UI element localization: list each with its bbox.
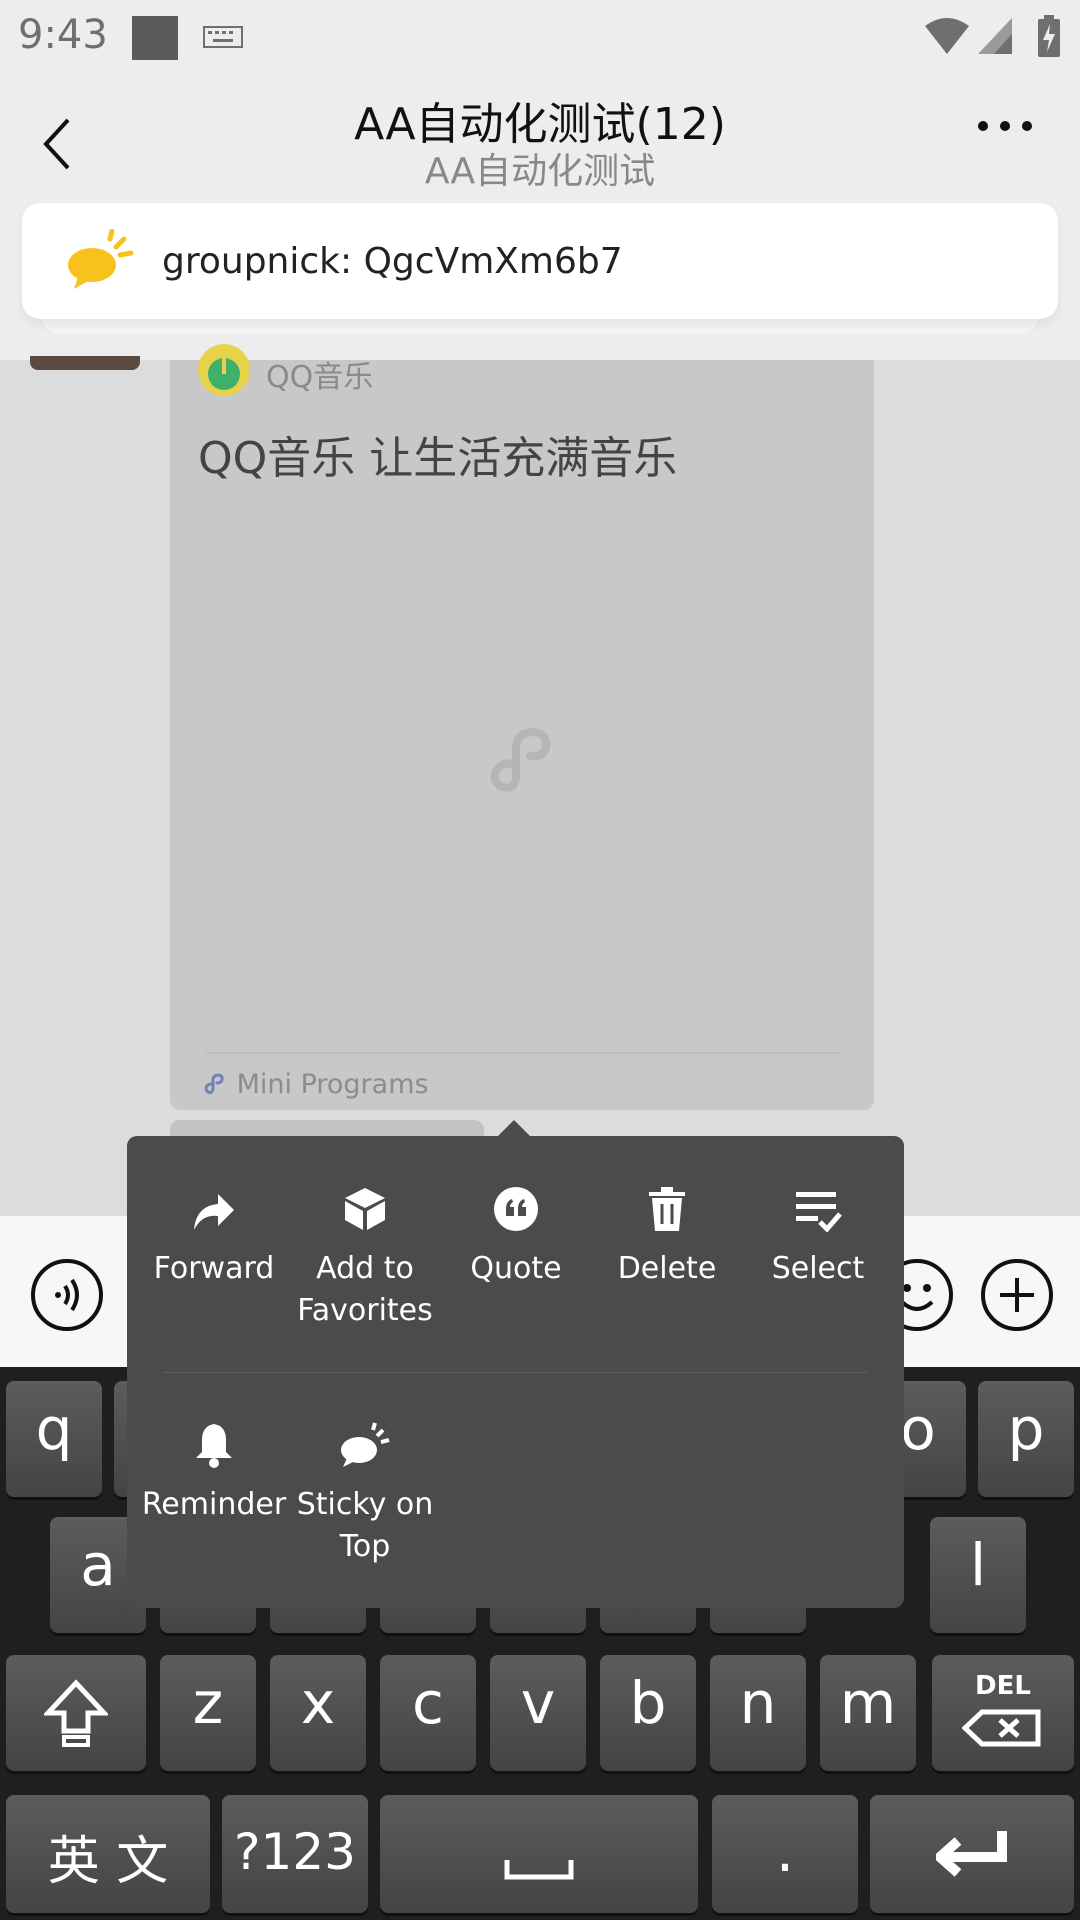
key-x[interactable]: x (270, 1655, 366, 1771)
battery-icon (1038, 15, 1060, 57)
key-q[interactable]: q (6, 1381, 102, 1497)
menu-label: Delete (617, 1251, 717, 1286)
mini-program-logo-icon (490, 727, 551, 792)
key-b[interactable]: b (600, 1655, 696, 1771)
menu-label: Forward (153, 1251, 275, 1286)
voice-input-icon[interactable] (30, 1258, 104, 1332)
pinned-message-banner[interactable]: groupnick: QgcVmXm6b7 (22, 203, 1058, 319)
menu-item-delete[interactable]: Delete (592, 1178, 742, 1290)
bell-icon (196, 1424, 232, 1468)
status-time: 9:43 (18, 12, 108, 58)
menu-label: Reminder (141, 1487, 287, 1522)
enter-icon (936, 1831, 1007, 1877)
wifi-icon (925, 18, 969, 54)
sticky-message-icon (68, 229, 134, 289)
menu-item-sticky-on-top[interactable]: Sticky on Top (290, 1414, 440, 1568)
key-m[interactable]: m (820, 1655, 916, 1771)
card-footer-label: Mini Programs (236, 1069, 429, 1100)
card-app-name: QQ音乐 (266, 360, 374, 395)
shift-key[interactable] (6, 1655, 146, 1771)
banner-text: groupnick: QgcVmXm6b7 (162, 241, 623, 282)
key-c[interactable]: c (380, 1655, 476, 1771)
menu-label: Quote (470, 1251, 562, 1286)
select-list-icon (796, 1192, 842, 1232)
menu-item-add-to-favorites[interactable]: Add to Favorites (290, 1178, 440, 1332)
forward-icon (194, 1194, 234, 1230)
delete-key[interactable]: DEL (932, 1655, 1074, 1771)
chat-header: AA自动化测试(12) AA自动化测试 (0, 76, 1080, 196)
key-n[interactable]: n (710, 1655, 806, 1771)
avatar[interactable] (30, 356, 140, 370)
key-v[interactable]: v (490, 1655, 586, 1771)
enter-key[interactable] (870, 1795, 1074, 1913)
context-menu: Forward Add to Favorites Quote Delete Se… (127, 1136, 904, 1608)
plus-icon[interactable] (980, 1258, 1054, 1332)
language-key[interactable]: 英 文 (6, 1795, 210, 1913)
card-footer: Mini Programs (202, 1068, 429, 1100)
menu-divider (163, 1372, 868, 1373)
mini-program-card[interactable]: QQ音乐 QQ音乐 让生活充满音乐 Mini Programs (170, 344, 874, 1110)
space-bar-icon (504, 1860, 574, 1880)
menu-item-quote[interactable]: Quote (441, 1178, 591, 1290)
mini-program-small-icon (204, 1072, 224, 1094)
status-bar: 9:43 (0, 0, 1080, 76)
signal-icon (978, 18, 1012, 54)
quote-icon (494, 1187, 538, 1231)
key-l[interactable]: l (930, 1517, 1026, 1633)
menu-label: Select (771, 1251, 865, 1286)
card-divider (206, 1052, 840, 1054)
delete-key-label: DEL (975, 1671, 1031, 1701)
space-key[interactable] (380, 1795, 698, 1913)
shift-arrow-icon (44, 1679, 108, 1747)
cube-icon (345, 1188, 385, 1230)
period-key[interactable]: . (712, 1795, 858, 1913)
sticky-icon (341, 1422, 390, 1467)
menu-item-forward[interactable]: Forward (139, 1178, 289, 1290)
menu-item-select[interactable]: Select (743, 1178, 893, 1290)
more-options-icon[interactable] (975, 116, 1035, 136)
qq-music-icon (198, 344, 250, 396)
menu-label: Add to Favorites (297, 1251, 433, 1328)
chat-subtitle: AA自动化测试 (424, 151, 656, 192)
menu-item-reminder[interactable]: Reminder (139, 1414, 289, 1526)
symbols-key[interactable]: ?123 (222, 1795, 368, 1913)
backspace-icon (962, 1709, 1041, 1747)
key-z[interactable]: z (160, 1655, 256, 1771)
key-p[interactable]: p (978, 1381, 1074, 1497)
context-menu-pointer (498, 1120, 530, 1136)
trash-icon (649, 1187, 685, 1231)
notification-app-icon (132, 16, 178, 60)
menu-label: Sticky on Top (296, 1487, 434, 1564)
card-title: QQ音乐 让生活充满音乐 (198, 433, 678, 484)
keyboard-notification-icon (203, 26, 243, 48)
